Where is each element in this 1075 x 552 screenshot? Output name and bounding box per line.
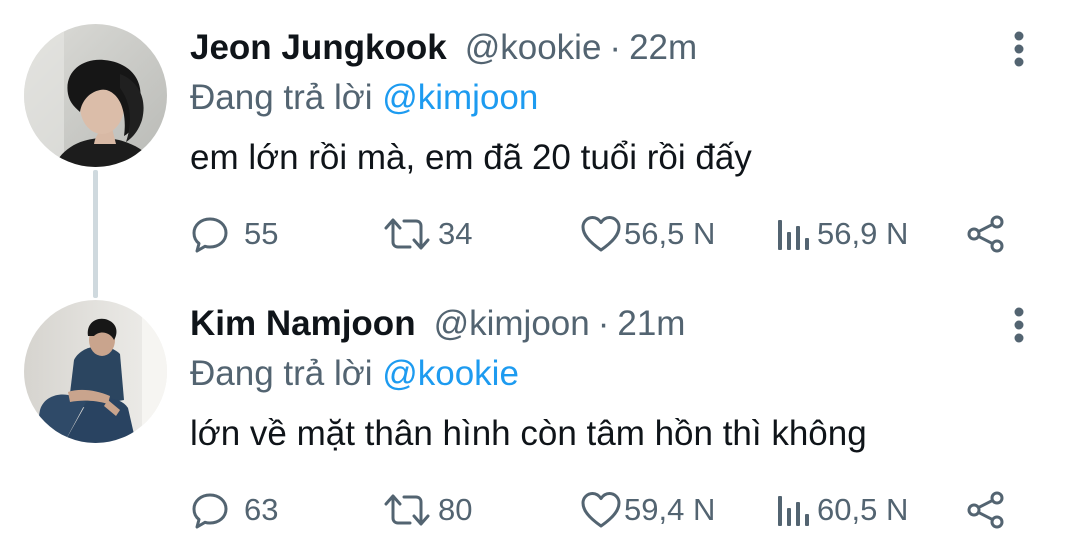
separator-dot: ·: [609, 28, 622, 67]
heart-icon: [581, 216, 621, 252]
more-options-icon: [1014, 307, 1024, 343]
like-count: 56,5 N: [624, 216, 716, 251]
tweet[interactable]: Jeon Jungkook @kookie · 22m Đang trả lời…: [0, 0, 1075, 276]
tweet-text: em lớn rồi mà, em đã 20 tuổi rồi đấy: [190, 138, 752, 177]
views-count: 56,9 N: [817, 216, 909, 251]
like-button[interactable]: 59,4 N: [580, 488, 715, 532]
tweet-actions: 55 34 56,5 N 56,9 N: [0, 212, 1075, 256]
heart-icon: [581, 492, 621, 528]
retweet-count: 34: [438, 216, 473, 251]
separator-dot: ·: [597, 304, 610, 343]
tweet-header: Jeon Jungkook @kookie · 22m: [190, 28, 697, 72]
views-icon: [778, 496, 809, 526]
display-name[interactable]: Kim Namjoon: [190, 304, 416, 344]
share-icon: [967, 215, 1004, 253]
replying-to: Đang trả lời @kookie: [190, 354, 519, 394]
avatar[interactable]: [24, 300, 167, 443]
more-options-button[interactable]: [1004, 306, 1034, 346]
user-handle[interactable]: @kookie: [465, 28, 602, 68]
share-button[interactable]: [965, 488, 1009, 532]
reply-icon: [192, 493, 228, 529]
more-options-icon: [1014, 31, 1024, 67]
views-button[interactable]: 56,9 N: [775, 212, 908, 256]
replying-to: Đang trả lời @kimjoon: [190, 78, 538, 118]
share-icon: [967, 491, 1004, 529]
retweet-button[interactable]: 80: [382, 488, 472, 532]
avatar[interactable]: [24, 24, 167, 167]
tweet-header: Kim Namjoon @kimjoon · 21m: [190, 304, 685, 348]
retweet-count: 80: [438, 492, 473, 527]
share-button[interactable]: [965, 212, 1009, 256]
replying-to-label: Đang trả lời: [190, 78, 383, 117]
mention-link[interactable]: @kookie: [382, 354, 519, 393]
tweet-text: lớn về mặt thân hình còn tâm hồn thì khô…: [190, 414, 867, 453]
like-count: 59,4 N: [624, 492, 716, 527]
timestamp[interactable]: 22m: [629, 28, 697, 68]
retweet-button[interactable]: 34: [382, 212, 472, 256]
retweet-icon: [384, 218, 430, 250]
timestamp[interactable]: 21m: [617, 304, 685, 344]
tweet-actions: 63 80 59,4 N 60,5 N: [0, 488, 1075, 532]
reply-count: 55: [244, 216, 279, 251]
replying-to-label: Đang trả lời: [190, 354, 383, 393]
views-button[interactable]: 60,5 N: [775, 488, 908, 532]
reply-icon: [192, 217, 228, 253]
user-handle[interactable]: @kimjoon: [434, 304, 590, 344]
like-button[interactable]: 56,5 N: [580, 212, 715, 256]
more-options-button[interactable]: [1004, 30, 1034, 70]
mention-link[interactable]: @kimjoon: [382, 78, 538, 117]
tweet[interactable]: Kim Namjoon @kimjoon · 21m Đang trả lời …: [0, 276, 1075, 552]
display-name[interactable]: Jeon Jungkook: [190, 28, 447, 68]
views-count: 60,5 N: [817, 492, 909, 527]
views-icon: [778, 220, 809, 250]
reply-button[interactable]: 55: [190, 212, 278, 256]
reply-button[interactable]: 63: [190, 488, 278, 532]
retweet-icon: [384, 494, 430, 526]
reply-count: 63: [244, 492, 279, 527]
